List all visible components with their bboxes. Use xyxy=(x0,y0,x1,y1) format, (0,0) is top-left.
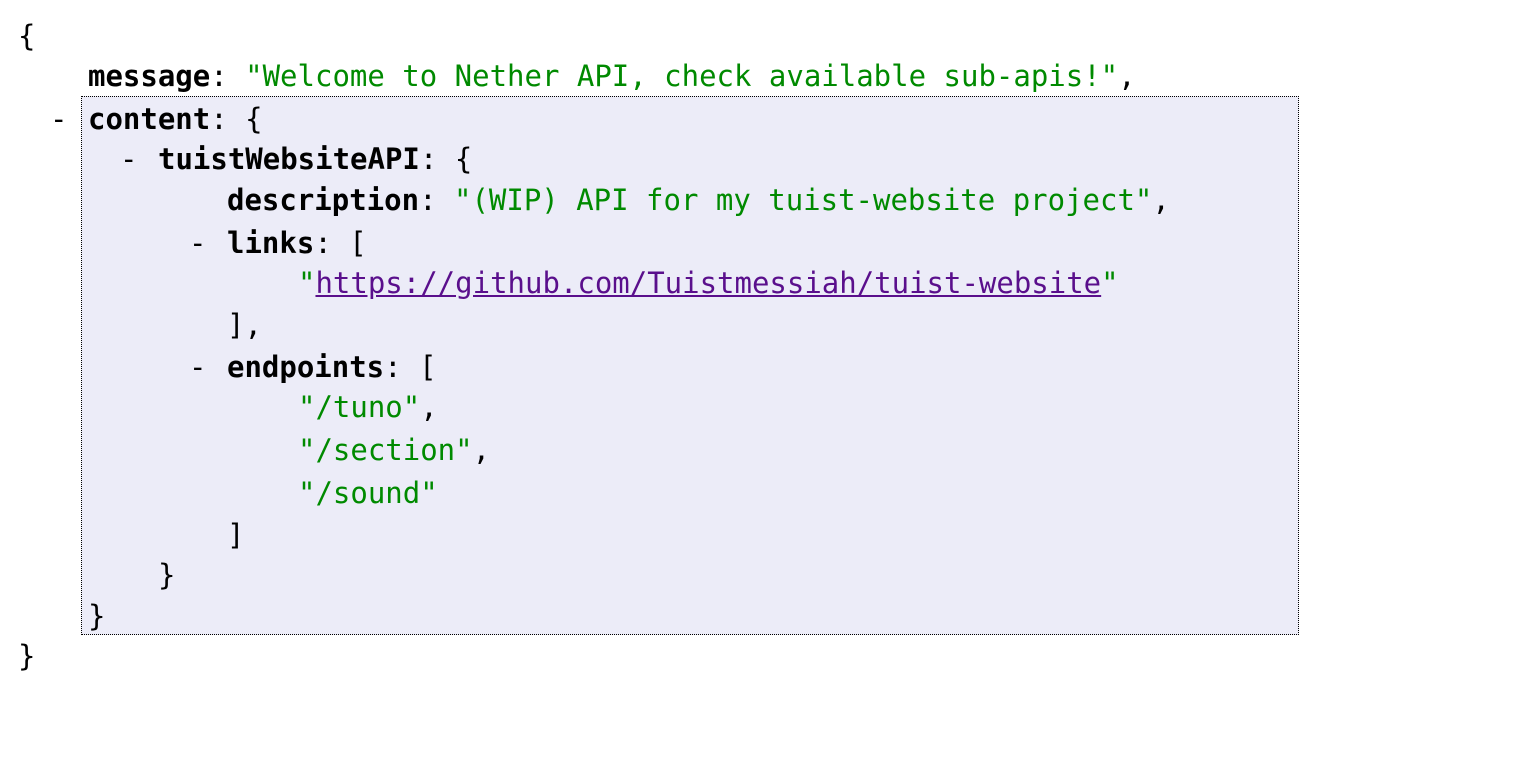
description-value: "(WIP) API for my tuist-website project" xyxy=(453,183,1153,217)
endpoints-key: endpoints xyxy=(227,350,385,384)
collapse-icon[interactable]: - xyxy=(50,102,67,136)
collapse-icon[interactable]: - xyxy=(189,226,206,260)
tuist-website-api-close: } xyxy=(158,558,176,592)
root-close-brace: } xyxy=(18,639,36,673)
description-row: description: "(WIP) API for my tuist-web… xyxy=(227,183,1170,217)
endpoints-close: ] xyxy=(227,518,245,552)
description-key: description xyxy=(227,183,420,217)
content-key: content xyxy=(88,102,211,136)
tuist-website-api-toggle[interactable]: - xyxy=(120,139,137,179)
endpoints-row: endpoints: [ xyxy=(227,350,437,384)
root-open-brace: { xyxy=(18,19,36,53)
message-row: message: "Welcome to Nether API, check a… xyxy=(88,59,1136,93)
content-close: } xyxy=(88,599,106,633)
content-toggle[interactable]: - xyxy=(50,99,67,139)
link-item: "https://github.com/Tuistmessiah/tuist-w… xyxy=(298,266,1119,300)
endpoints-toggle[interactable]: - xyxy=(189,347,206,387)
links-close: ], xyxy=(227,308,262,342)
content-row: content: { xyxy=(88,102,263,136)
links-row: links: [ xyxy=(227,226,367,260)
tuist-website-api-key: tuistWebsiteAPI xyxy=(158,142,420,176)
endpoint-item: "/sound" xyxy=(298,476,438,510)
links-toggle[interactable]: - xyxy=(189,223,206,263)
collapse-icon[interactable]: - xyxy=(189,350,206,384)
endpoint-item: "/section", xyxy=(298,433,491,467)
github-link[interactable]: https://github.com/Tuistmessiah/tuist-we… xyxy=(315,266,1101,300)
endpoint-item: "/tuno", xyxy=(298,390,438,424)
message-key: message xyxy=(88,59,211,93)
collapse-icon[interactable]: - xyxy=(120,142,137,176)
tuist-website-api-row: tuistWebsiteAPI: { xyxy=(158,142,473,176)
links-key: links xyxy=(227,226,315,260)
message-value: "Welcome to Nether API, check available … xyxy=(245,59,1119,93)
